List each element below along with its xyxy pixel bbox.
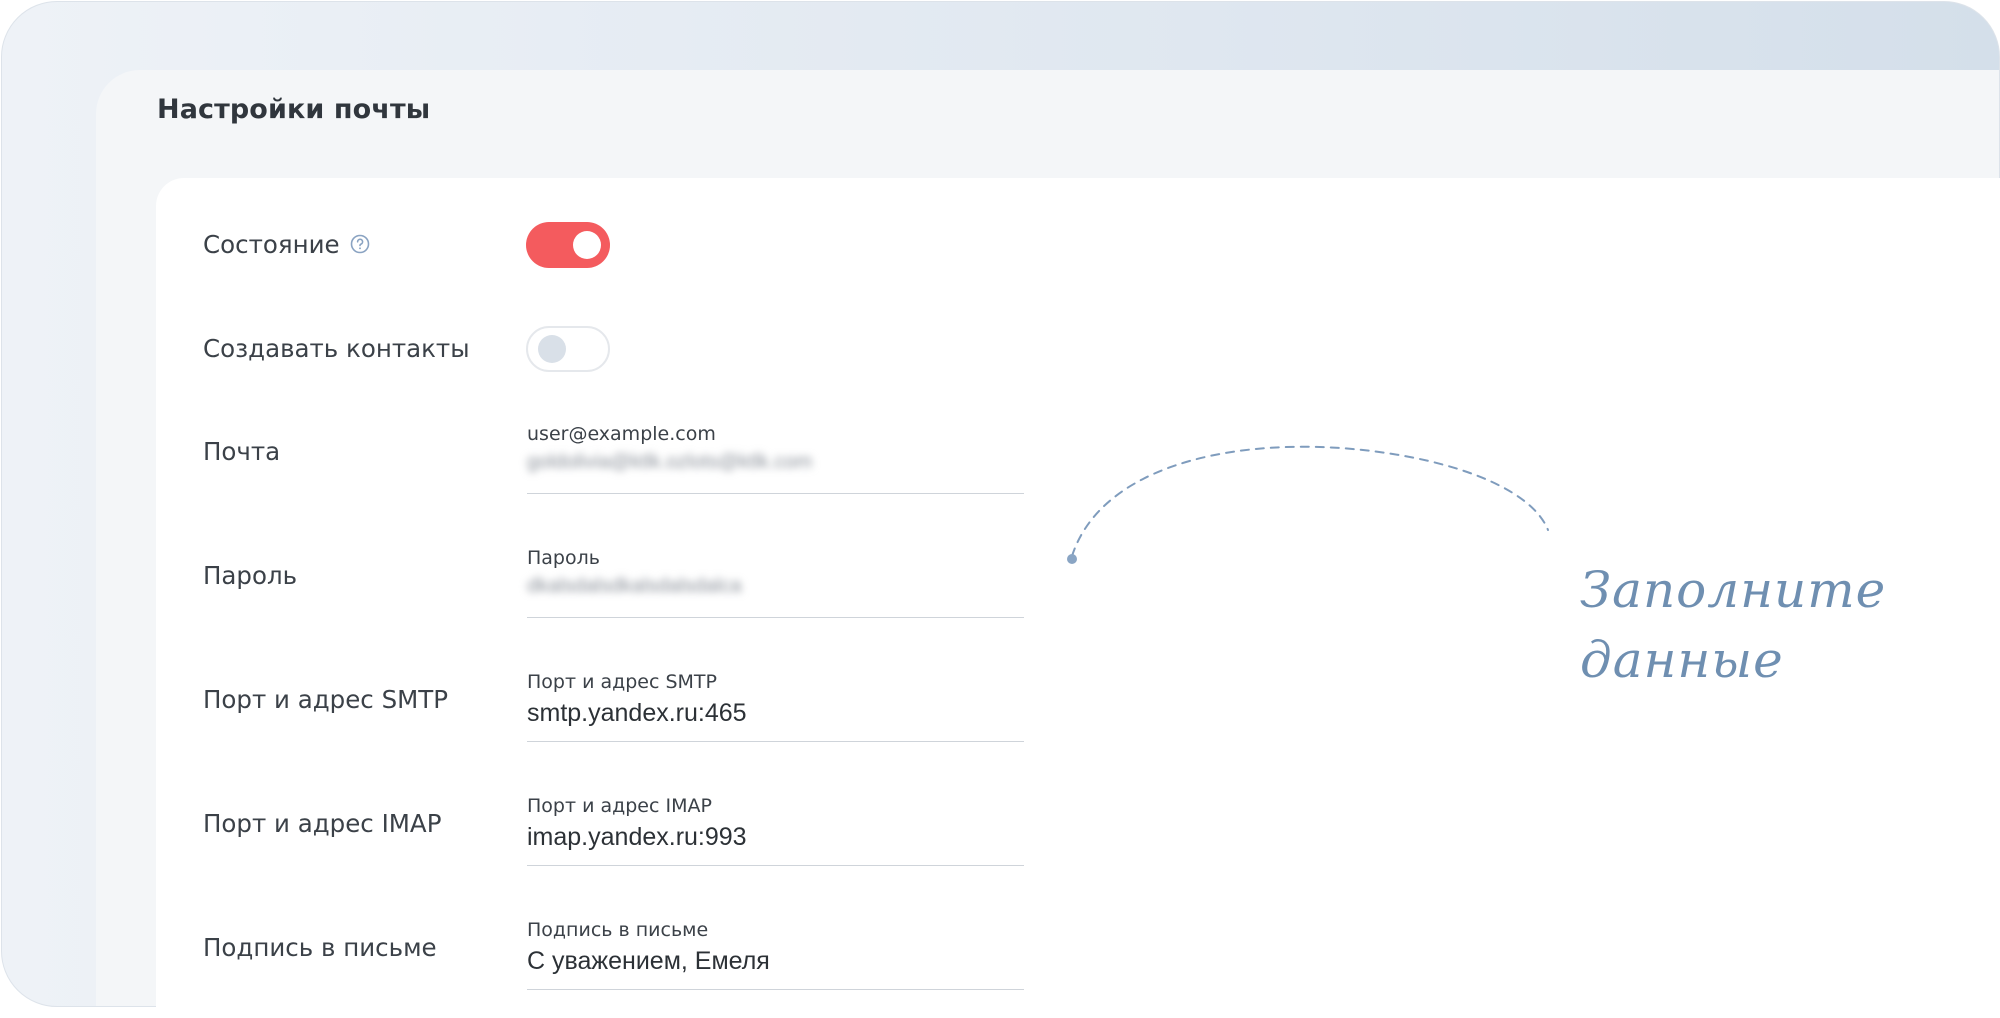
annotation-line-1: Заполните bbox=[1580, 561, 1887, 619]
signature-value[interactable]: С уважением, Емеля bbox=[527, 947, 1024, 979]
smtp-field[interactable]: Порт и адрес SMTP smtp.yandex.ru:465 bbox=[527, 671, 1024, 742]
signature-label: Подпись в письме bbox=[203, 933, 437, 962]
email-underline bbox=[527, 493, 1024, 494]
email-value[interactable]: goldolivia@ktlk.ozlots@ktlk.com bbox=[527, 451, 1024, 483]
password-label: Пароль bbox=[203, 561, 298, 590]
question-circle-icon[interactable] bbox=[349, 233, 371, 255]
password-underline bbox=[527, 617, 1024, 618]
signature-caption: Подпись в письме bbox=[527, 919, 709, 941]
password-caption: Пароль bbox=[527, 547, 600, 569]
email-caption: user@example.com bbox=[527, 423, 716, 445]
signature-field[interactable]: Подпись в письме С уважением, Емеля bbox=[527, 919, 1024, 990]
status-label: Состояние bbox=[203, 230, 340, 259]
annotation-dot bbox=[1067, 554, 1077, 564]
signature-underline bbox=[527, 989, 1024, 990]
imap-field[interactable]: Порт и адрес IMAP imap.yandex.ru:993 bbox=[527, 795, 1024, 866]
annotation-arrow bbox=[1067, 445, 1549, 564]
imap-caption: Порт и адрес IMAP bbox=[527, 795, 712, 817]
annotation-line-2: данные bbox=[1580, 631, 1784, 689]
smtp-value[interactable]: smtp.yandex.ru:465 bbox=[527, 699, 1024, 731]
page-title: Настройки почты bbox=[157, 94, 431, 125]
imap-value[interactable]: imap.yandex.ru:993 bbox=[527, 823, 1024, 855]
smtp-underline bbox=[527, 741, 1024, 742]
status-toggle[interactable] bbox=[526, 222, 610, 268]
email-label: Почта bbox=[203, 437, 281, 466]
password-field[interactable]: Пароль dkalsdalsdkalsdalsdalca bbox=[527, 547, 1024, 618]
smtp-caption: Порт и адрес SMTP bbox=[527, 671, 717, 693]
annotation-text: Заполните данные bbox=[1580, 555, 1886, 695]
smtp-label: Порт и адрес SMTP bbox=[203, 685, 448, 714]
imap-underline bbox=[527, 865, 1024, 866]
status-toggle-knob bbox=[573, 231, 601, 259]
create-contacts-toggle[interactable] bbox=[526, 326, 610, 372]
password-value[interactable]: dkalsdalsdkalsdalsdalca bbox=[527, 575, 1024, 607]
imap-label: Порт и адрес IMAP bbox=[203, 809, 442, 838]
email-field[interactable]: user@example.com goldolivia@ktlk.ozlots@… bbox=[527, 423, 1024, 494]
create-contacts-label: Создавать контакты bbox=[203, 334, 470, 363]
create-contacts-toggle-knob bbox=[538, 335, 566, 363]
